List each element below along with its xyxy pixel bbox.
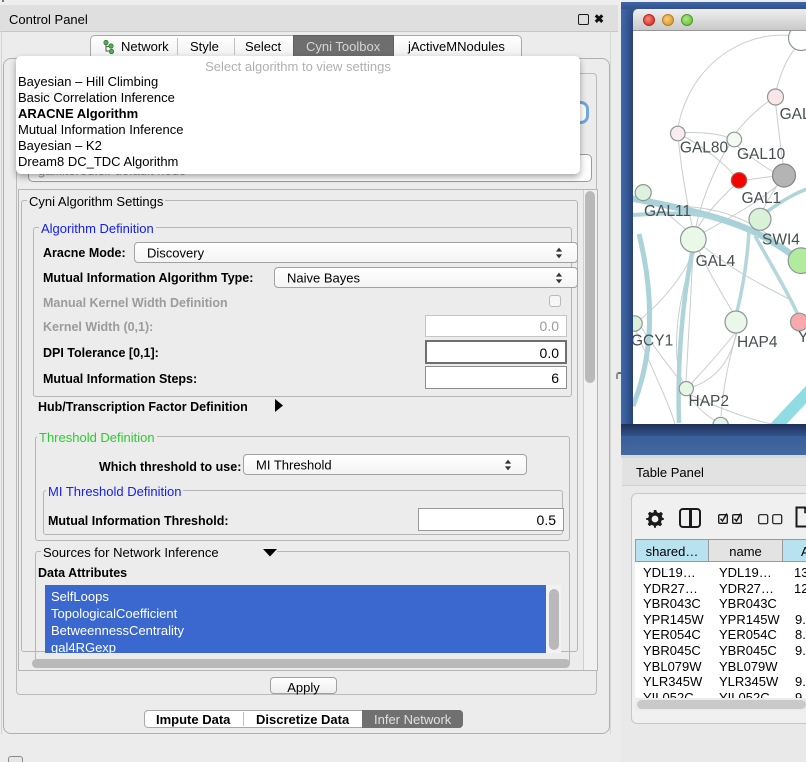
svg-text:Y: Y xyxy=(798,329,806,346)
svg-text:GAL10: GAL10 xyxy=(737,146,786,163)
svg-text:HAP2: HAP2 xyxy=(689,393,730,410)
svg-text:GAL4: GAL4 xyxy=(696,253,736,270)
svg-text:GAL1: GAL1 xyxy=(742,190,782,207)
svg-text:GCY1: GCY1 xyxy=(633,333,673,350)
svg-text:HAP4: HAP4 xyxy=(737,334,778,351)
svg-text:GAL80: GAL80 xyxy=(680,140,729,157)
svg-text:SWI4: SWI4 xyxy=(762,232,800,249)
svg-text:GAL7: GAL7 xyxy=(780,106,806,123)
svg-text:GAL11: GAL11 xyxy=(644,203,691,220)
